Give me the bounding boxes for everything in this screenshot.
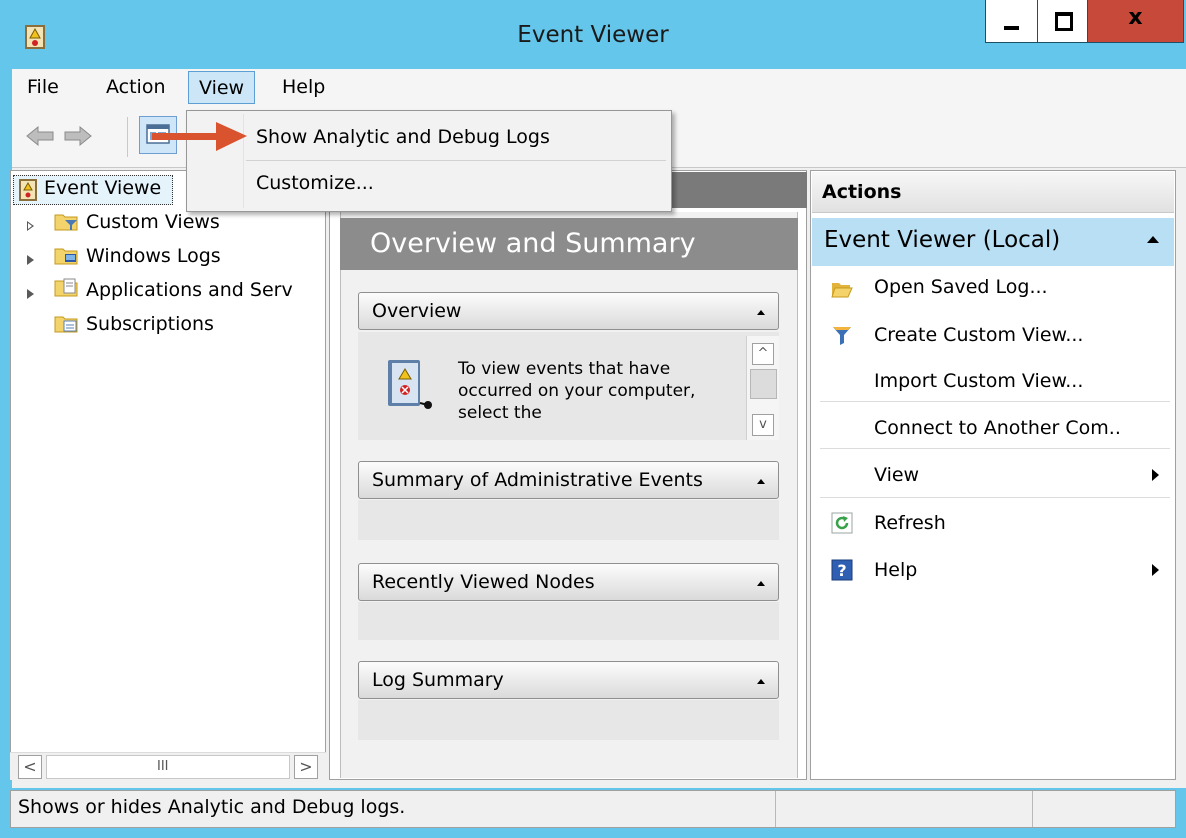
scroll-left-button[interactable]: < — [18, 755, 42, 779]
menu-action[interactable]: Action — [106, 76, 166, 98]
section-log-summary-body — [358, 700, 779, 740]
actions-separator — [820, 448, 1170, 449]
tree-item-label: Applications and Serv — [86, 279, 293, 301]
annotation-arrow-icon — [152, 122, 247, 151]
status-divider — [1032, 791, 1033, 827]
status-text: Shows or hides Analytic and Debug logs. — [18, 796, 406, 818]
menu-item-customize[interactable]: Customize... — [190, 164, 668, 208]
scroll-down-button[interactable]: v — [752, 414, 774, 436]
overview-description: To view events that have occurred on you… — [458, 359, 696, 423]
submenu-arrow-icon[interactable] — [1152, 564, 1159, 576]
refresh-icon — [831, 512, 853, 534]
section-label: Overview — [372, 300, 462, 322]
maximize-icon — [1055, 12, 1073, 31]
menu-help[interactable]: Help — [282, 76, 325, 98]
section-recently-viewed-nodes-body — [358, 602, 779, 640]
action-refresh[interactable]: Refresh — [874, 512, 946, 534]
action-view[interactable]: View — [874, 464, 919, 486]
section-summary-admin-events-header[interactable]: Summary of Administrative Events — [358, 461, 779, 499]
tree-item-applications-and-services[interactable]: Applications and Serv — [11, 278, 321, 307]
menu-item-show-analytic-debug-logs[interactable]: Show Analytic and Debug Logs — [190, 114, 668, 158]
menu-file[interactable]: File — [27, 76, 59, 98]
actions-header-label: Actions — [822, 181, 902, 203]
subscriptions-icon — [54, 316, 78, 333]
tree-item-root-label: Event Viewe — [44, 177, 162, 199]
menu-item-label: Show Analytic and Debug Logs — [256, 126, 550, 148]
action-help[interactable]: Help — [874, 559, 917, 581]
section-recently-viewed-nodes-header[interactable]: Recently Viewed Nodes — [358, 563, 779, 601]
action-connect-to-another-computer[interactable]: Connect to Another Com.. — [874, 417, 1121, 439]
expand-arrow-icon[interactable] — [27, 221, 34, 231]
section-overview-header[interactable]: Overview — [358, 292, 779, 330]
collapse-caret-icon[interactable] — [757, 581, 765, 586]
actions-separator — [820, 401, 1170, 402]
section-label: Recently Viewed Nodes — [372, 571, 595, 593]
actions-group-label: Event Viewer (Local) — [824, 227, 1061, 253]
window-controls: x — [985, 0, 1184, 43]
actions-separator — [820, 497, 1170, 498]
collapse-caret-icon[interactable] — [757, 679, 765, 684]
applications-folder-icon — [54, 278, 78, 297]
scrollbar-grip[interactable]: III — [157, 756, 169, 778]
open-folder-icon — [831, 283, 853, 298]
menu-item-label: Customize... — [256, 172, 374, 194]
maximize-button[interactable] — [1038, 0, 1088, 42]
tree-item-label: Custom Views — [86, 211, 220, 233]
windows-logs-folder-icon — [54, 248, 78, 265]
close-icon: x — [1128, 5, 1143, 30]
menu-bar: File Action View Help — [12, 69, 1186, 109]
tree-item-label: Windows Logs — [86, 245, 221, 267]
back-arrow-icon[interactable] — [26, 125, 54, 147]
scroll-up-button[interactable]: ^ — [752, 343, 774, 365]
expand-arrow-icon[interactable] — [27, 255, 34, 265]
tree-item-windows-logs[interactable]: Windows Logs — [11, 245, 321, 273]
tree-item-label: Subscriptions — [86, 313, 214, 335]
minimize-icon — [1004, 26, 1019, 30]
page-title: Overview and Summary — [370, 228, 696, 259]
status-divider — [775, 791, 776, 827]
collapse-caret-icon[interactable] — [1147, 236, 1159, 243]
event-viewer-icon — [19, 179, 37, 201]
scroll-right-button[interactable]: > — [294, 755, 318, 779]
console-tree: Event Viewe Custom Views Windows Logs Ap… — [10, 170, 326, 780]
filter-folder-icon — [54, 214, 78, 231]
toolbar-separator — [127, 117, 128, 157]
section-label: Log Summary — [372, 669, 504, 691]
section-log-summary-header[interactable]: Log Summary — [358, 661, 779, 699]
menu-view[interactable]: View — [188, 71, 256, 104]
section-label: Summary of Administrative Events — [372, 469, 703, 491]
tree-horizontal-scrollbar[interactable]: < III > — [10, 752, 326, 780]
tree-item-root[interactable]: Event Viewe — [13, 175, 173, 205]
event-log-book-icon — [388, 360, 432, 409]
close-button[interactable]: x — [1088, 0, 1183, 42]
submenu-arrow-icon[interactable] — [1152, 469, 1159, 481]
scrollbar-track[interactable]: III — [46, 755, 290, 779]
forward-arrow-icon[interactable] — [64, 125, 92, 147]
action-open-saved-log[interactable]: Open Saved Log... — [874, 276, 1048, 298]
minimize-button[interactable] — [986, 0, 1038, 42]
action-create-custom-view[interactable]: Create Custom View... — [874, 324, 1083, 346]
tree-item-subscriptions[interactable]: Subscriptions — [11, 313, 321, 341]
overview-vertical-scrollbar[interactable]: ^ v — [746, 336, 779, 440]
help-icon: ? — [831, 559, 853, 581]
collapse-caret-icon[interactable] — [757, 310, 765, 315]
menu-separator — [246, 160, 666, 161]
expand-arrow-icon[interactable] — [27, 289, 34, 299]
collapse-caret-icon[interactable] — [757, 479, 765, 484]
scrollbar-thumb[interactable] — [750, 369, 777, 399]
tree-item-custom-views[interactable]: Custom Views — [11, 211, 321, 239]
action-import-custom-view[interactable]: Import Custom View... — [874, 370, 1083, 392]
svg-text:?: ? — [837, 561, 846, 580]
section-summary-admin-events-body — [358, 500, 779, 540]
filter-icon — [833, 327, 851, 345]
